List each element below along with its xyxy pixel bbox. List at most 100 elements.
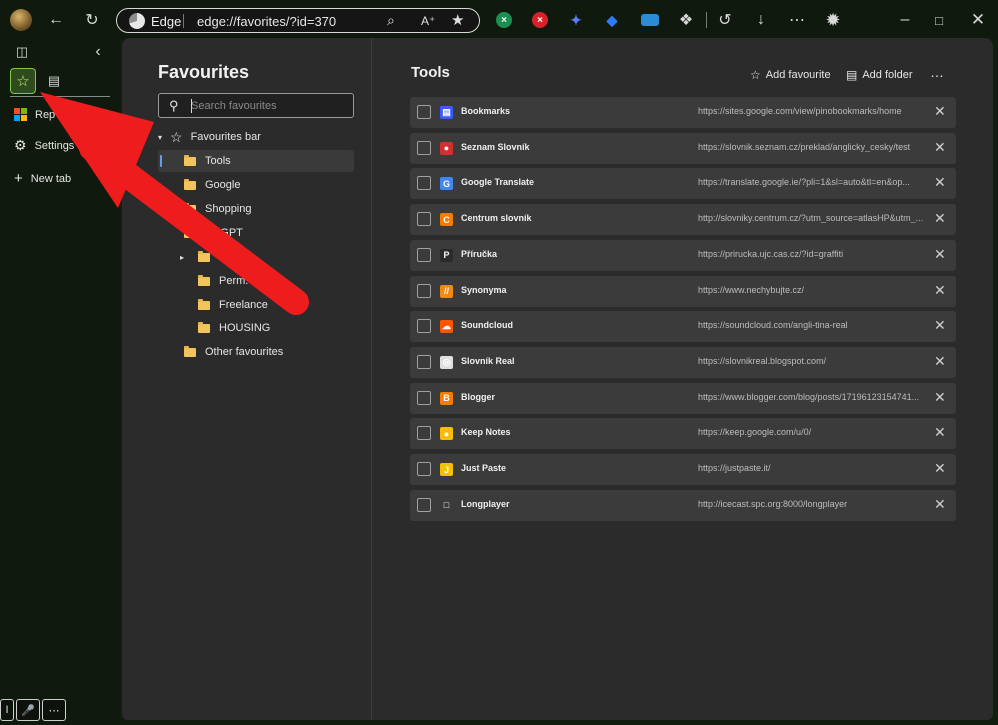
pin-ext-icon[interactable]: ✦ bbox=[568, 12, 584, 28]
puzzle-icon[interactable]: ❖ bbox=[674, 8, 698, 32]
favourite-row[interactable]: ▤ Bookmarks https://sites.google.com/view/… bbox=[410, 97, 956, 128]
tab-rep[interactable]: Rep bbox=[14, 108, 55, 121]
row-checkbox[interactable] bbox=[417, 319, 431, 334]
remove-icon[interactable]: ✕ bbox=[934, 496, 946, 513]
remove-icon[interactable]: ✕ bbox=[934, 353, 946, 370]
favourite-name[interactable]: Blogger bbox=[461, 392, 495, 402]
favourite-row[interactable]: ● Keep Notes https://keep.google.com/u/0/ ✕ bbox=[410, 418, 956, 450]
refresh-icon[interactable]: ↻ bbox=[80, 8, 104, 32]
tree-item-folder[interactable]: ▸ Fol bbox=[180, 246, 234, 268]
favourite-row[interactable]: □ Longplayer http://icecast.spc.org:8000/l… bbox=[410, 489, 956, 521]
row-checkbox[interactable] bbox=[417, 212, 431, 227]
tab-actions-icon[interactable]: ◫ bbox=[10, 40, 34, 64]
row-checkbox[interactable] bbox=[417, 426, 431, 441]
remove-icon[interactable]: ✕ bbox=[934, 424, 946, 441]
remove-icon[interactable]: ✕ bbox=[934, 174, 946, 191]
favourite-url: https://www.blogger.com/blog/posts/17196… bbox=[698, 391, 920, 402]
folder-icon bbox=[198, 298, 210, 310]
favourite-name[interactable]: Seznam Slovník bbox=[461, 142, 530, 152]
remove-icon[interactable]: ✕ bbox=[934, 317, 946, 334]
excel-ext-icon[interactable]: × bbox=[496, 12, 512, 28]
favorite-star-icon[interactable]: ★ bbox=[451, 11, 464, 29]
wallet-icon[interactable]: ▤ bbox=[42, 69, 66, 93]
favourite-row[interactable]: ● Seznam Slovník https://slovnik.seznam.cz… bbox=[410, 132, 956, 164]
search-box[interactable]: ⚲ bbox=[158, 93, 354, 118]
favourite-row[interactable]: P Příručka https://prirucka.ujc.cas.cz/?id… bbox=[410, 239, 956, 271]
remove-icon[interactable]: ✕ bbox=[934, 389, 946, 406]
text-cursor-icon[interactable]: I bbox=[0, 699, 14, 721]
favourite-row[interactable]: J Just Paste https://justpaste.it/ ✕ bbox=[410, 454, 956, 485]
remove-icon[interactable]: ✕ bbox=[934, 282, 946, 299]
address-bar[interactable]: Edge edge://favorites/?id=370 ⌕ A⁺ ★ bbox=[116, 8, 480, 33]
row-checkbox[interactable] bbox=[417, 283, 431, 298]
more-actions-button[interactable]: … bbox=[930, 64, 944, 80]
collapse-panel-icon[interactable]: ‹ bbox=[86, 40, 110, 64]
tree-item-google[interactable]: Google bbox=[184, 174, 240, 196]
remove-icon[interactable]: ✕ bbox=[934, 210, 946, 227]
expand-arrow-icon[interactable]: ▾ bbox=[158, 133, 170, 142]
block-ext-icon[interactable]: × bbox=[532, 12, 548, 28]
minimize-icon[interactable]: – bbox=[893, 8, 917, 32]
search-input[interactable] bbox=[191, 97, 347, 115]
tree-item-shopping[interactable]: Shopping bbox=[184, 198, 252, 220]
tree-item-perm-bm[interactable]: Perm. BM bbox=[184, 270, 268, 292]
row-checkbox[interactable] bbox=[417, 390, 431, 405]
favourite-row[interactable]: G Google Translate https://translate.googl… bbox=[410, 168, 956, 200]
zoom-icon[interactable]: ⌕ bbox=[387, 12, 395, 29]
row-checkbox[interactable] bbox=[417, 176, 431, 191]
card-ext-icon[interactable] bbox=[641, 14, 659, 26]
favourite-name[interactable]: Centrum slovník bbox=[461, 213, 532, 223]
tab-settings[interactable]: ⚙ Settings bbox=[14, 137, 74, 154]
back-icon[interactable]: ← bbox=[44, 8, 68, 32]
read-aloud-icon[interactable]: A⁺ bbox=[421, 14, 435, 28]
row-checkbox[interactable] bbox=[417, 247, 431, 262]
maximize-icon[interactable]: □ bbox=[927, 8, 951, 32]
favourite-row[interactable]: // Synonyma https://www.nechybujte.cz/ ✕ bbox=[410, 275, 956, 307]
new-tab-button[interactable]: + New tab bbox=[14, 170, 71, 187]
favourite-name[interactable]: Synonyma bbox=[461, 285, 507, 295]
collapsed-arrow-icon[interactable]: ▸ bbox=[180, 253, 192, 262]
favourite-name[interactable]: Keep Notes bbox=[461, 427, 511, 437]
tree-item-favourites-bar[interactable]: ▾ ☆ Favourites bar bbox=[158, 126, 354, 148]
remove-icon[interactable]: ✕ bbox=[934, 246, 946, 263]
remove-icon[interactable]: ✕ bbox=[934, 139, 946, 156]
favourite-name[interactable]: Longplayer bbox=[461, 499, 510, 509]
close-icon[interactable]: ✕ bbox=[966, 8, 990, 32]
favourites-star-icon[interactable]: ☆ bbox=[10, 68, 36, 94]
row-checkbox[interactable] bbox=[417, 105, 431, 119]
tree-item-housing[interactable]: HOUSING bbox=[184, 317, 270, 339]
tree-item-other-favourites[interactable]: Other favourites bbox=[184, 341, 283, 363]
add-folder-button[interactable]: ▤ Add folder bbox=[846, 68, 913, 82]
history-icon[interactable]: ↺ bbox=[713, 8, 737, 32]
site-favicon-icon: ☁ bbox=[440, 320, 453, 334]
favourite-row[interactable]: ☁ Soundcloud https://soundcloud.com/angli-… bbox=[410, 311, 956, 343]
folder-icon bbox=[198, 321, 210, 333]
row-checkbox[interactable] bbox=[417, 497, 431, 512]
tree-item-tools[interactable]: Tools bbox=[158, 150, 354, 172]
favourite-name[interactable]: Příručka bbox=[461, 249, 497, 259]
remove-icon[interactable]: ✕ bbox=[934, 460, 946, 477]
tree-item-freelance[interactable]: Freelance bbox=[184, 294, 268, 316]
favourite-name[interactable]: Just Paste bbox=[461, 463, 506, 473]
tree-item-chatgpt[interactable]: hatGPT bbox=[184, 222, 243, 244]
add-favourite-button[interactable]: ☆ Add favourite bbox=[750, 68, 831, 82]
row-checkbox[interactable] bbox=[417, 354, 431, 369]
favourite-row[interactable]: B Blogger https://www.blogger.com/blog/pos… bbox=[410, 382, 956, 414]
row-checkbox[interactable] bbox=[417, 462, 431, 476]
more-options-icon[interactable]: ⋯ bbox=[42, 699, 66, 721]
address-url[interactable]: edge://favorites/?id=370 bbox=[197, 14, 336, 29]
gem-ext-icon[interactable]: ◆ bbox=[604, 12, 620, 28]
favourite-name[interactable]: Slovník Real bbox=[461, 356, 515, 366]
microphone-icon[interactable]: 🎤 bbox=[16, 699, 40, 721]
download-icon[interactable]: ↓ bbox=[749, 8, 773, 32]
more-icon[interactable]: ⋯ bbox=[785, 8, 809, 32]
remove-icon[interactable]: ✕ bbox=[934, 103, 946, 120]
profile-avatar[interactable] bbox=[10, 9, 32, 31]
favourite-name[interactable]: Soundcloud bbox=[461, 320, 513, 330]
row-checkbox[interactable] bbox=[417, 140, 431, 155]
favourite-row[interactable]: C Centrum slovník http://slovniky.centrum.… bbox=[410, 204, 956, 236]
favourite-name[interactable]: Google Translate bbox=[461, 177, 534, 187]
favourite-name[interactable]: Bookmarks bbox=[461, 106, 510, 116]
favourite-row[interactable]: ◎ Slovník Real https://slovnikreal.blogspo… bbox=[410, 346, 956, 378]
copilot-icon[interactable]: ✹ bbox=[821, 8, 845, 32]
